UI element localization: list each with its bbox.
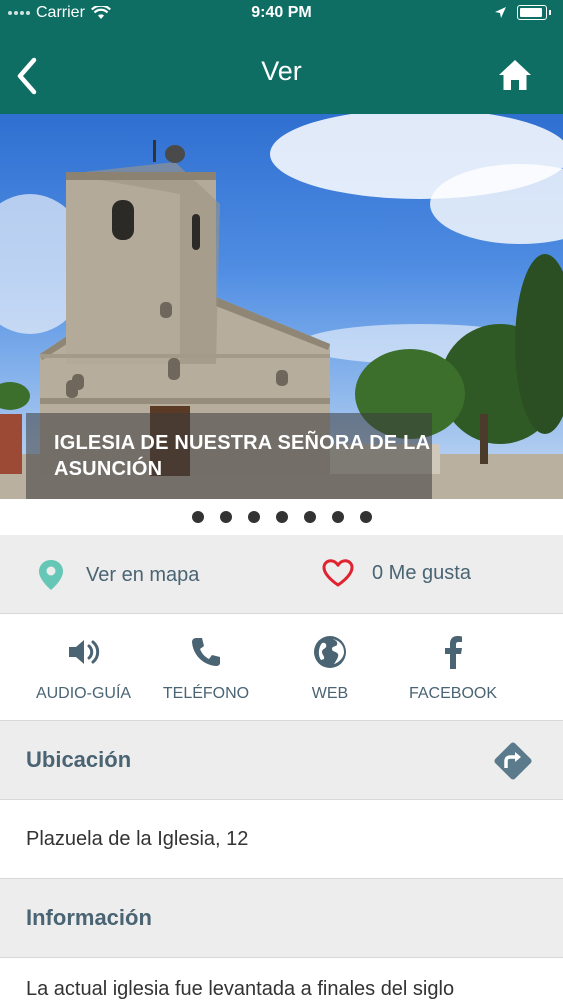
status-time: 9:40 PM xyxy=(251,4,312,21)
heart-icon xyxy=(322,559,354,587)
location-title: Ubicación xyxy=(26,747,132,772)
hero-image[interactable]: IGLESIA DE NUESTRA SEÑORA DE LA ASUNCIÓN xyxy=(0,114,563,499)
location-section-header: Ubicación xyxy=(0,721,563,800)
web-label: WEB xyxy=(311,685,349,702)
globe-icon xyxy=(314,636,346,668)
page-dot-3[interactable] xyxy=(247,511,260,523)
phone-label: TELÉFONO xyxy=(162,685,250,702)
battery-icon xyxy=(517,5,547,20)
audio-guide-button[interactable]: AUDIO-GUÍA xyxy=(32,634,135,703)
carousel-pagination[interactable] xyxy=(0,499,563,535)
phone-button[interactable]: TELÉFONO xyxy=(160,634,252,703)
location-body: Plazuela de la Iglesia, 12 xyxy=(0,800,563,879)
information-title: Información xyxy=(26,905,152,930)
page-dot-6[interactable] xyxy=(331,511,344,523)
information-section-header: Información xyxy=(0,879,563,958)
contact-options: AUDIO-GUÍA TELÉFONO WEB FACEBOOK xyxy=(0,614,563,721)
home-icon[interactable] xyxy=(497,58,533,92)
phone-icon xyxy=(192,638,220,666)
web-button[interactable]: WEB xyxy=(300,634,360,703)
address-text: Plazuela de la Iglesia, 12 xyxy=(26,828,249,850)
speaker-icon xyxy=(68,640,99,664)
like-button[interactable]: 0 Me gusta xyxy=(322,559,471,587)
page-dot-5[interactable] xyxy=(303,511,316,523)
directions-icon[interactable] xyxy=(489,737,537,785)
audio-guide-label: AUDIO-GUÍA xyxy=(35,685,132,702)
information-body: La actual iglesia fue levantada a finale… xyxy=(0,958,563,1000)
status-right xyxy=(494,5,551,20)
page-dot-4[interactable] xyxy=(275,511,288,523)
app-header: Carrier 9:40 PM Ver xyxy=(0,0,563,114)
information-text: La actual iglesia fue levantada a finale… xyxy=(26,978,455,1000)
facebook-label: FACEBOOK xyxy=(408,685,498,702)
location-arrow-icon xyxy=(495,7,506,18)
page-dot-1[interactable] xyxy=(191,511,204,523)
facebook-icon xyxy=(445,636,462,669)
page-dot-7[interactable] xyxy=(359,511,372,523)
battery-tip xyxy=(549,10,551,15)
hero-caption: IGLESIA DE NUESTRA SEÑORA DE LA ASUNCIÓN xyxy=(26,413,432,499)
action-bar: Ver en mapa 0 Me gusta xyxy=(0,535,563,614)
status-bar: Carrier 9:40 PM xyxy=(0,0,563,28)
map-pin-icon xyxy=(39,560,63,590)
page-dot-2[interactable] xyxy=(219,511,232,523)
like-count-label: 0 Me gusta xyxy=(372,561,471,584)
view-map-button[interactable]: Ver en mapa xyxy=(38,559,199,591)
page-title: Ver xyxy=(261,56,302,86)
view-map-label: Ver en mapa xyxy=(86,563,200,586)
facebook-button[interactable]: FACEBOOK xyxy=(404,634,502,703)
